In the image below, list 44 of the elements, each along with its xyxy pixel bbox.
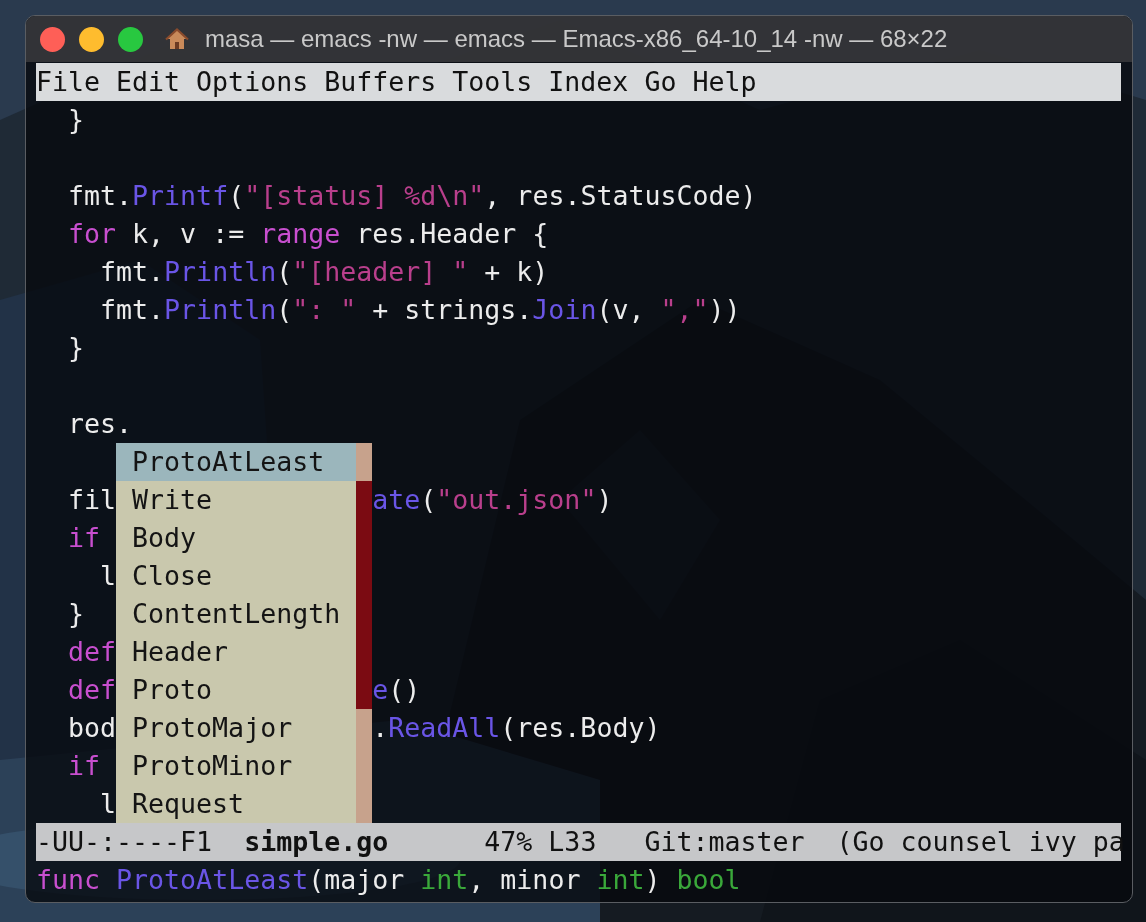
completion-item[interactable]: ProtoMajor <box>116 709 357 747</box>
completion-item[interactable]: Proto <box>116 671 357 709</box>
completion-item[interactable]: Header <box>116 633 357 671</box>
code-text: e() <box>372 673 421 707</box>
code-text: ate("out.json") <box>372 483 613 517</box>
code-text: fmt.Printf("[status] %d\n", res.StatusCode) <box>67 180 757 211</box>
menu-item[interactable]: Index <box>548 63 629 101</box>
menu-item[interactable]: Tools <box>452 63 533 101</box>
completion-item[interactable]: ContentLength <box>116 595 357 633</box>
zoom-button[interactable] <box>118 26 143 52</box>
completion-item[interactable]: ProtoAtLeast <box>116 443 357 481</box>
completion-item[interactable]: Close <box>116 557 357 595</box>
close-button[interactable] <box>40 26 65 52</box>
completion-item[interactable]: ProtoMinor <box>116 747 357 785</box>
code-text: fil <box>67 484 117 515</box>
menu-item[interactable]: Go <box>644 63 677 101</box>
code-text: for k, v := range res.Header { <box>67 218 549 249</box>
menu-item[interactable]: Options <box>196 63 309 101</box>
code-text: fmt.Println(": " + strings.Join(v, ",")) <box>99 294 741 325</box>
menu-item[interactable]: File <box>36 63 101 101</box>
minimize-button[interactable] <box>79 26 104 52</box>
code-text: } <box>67 104 85 135</box>
code-text: res. <box>67 408 133 439</box>
code-text: if <box>67 750 101 781</box>
code-text: } <box>67 332 85 363</box>
menu-item[interactable]: Edit <box>116 63 181 101</box>
window-title: masa — emacs -nw — emacs — Emacs-x86_64-10_14 -nw — 68×22 <box>205 25 948 53</box>
code-text: def <box>67 636 117 667</box>
echo-area: func ProtoAtLeast(major int, minor int) bool <box>36 861 1121 899</box>
code-text: l <box>99 560 117 591</box>
code-text: bod <box>67 712 117 743</box>
menu-item[interactable]: Buffers <box>324 63 437 101</box>
completion-item[interactable]: Write <box>116 481 357 519</box>
code-text: } <box>67 598 85 629</box>
house-icon <box>165 27 189 51</box>
code-text: fmt.Println("[header] " + k) <box>99 256 549 287</box>
completion-item[interactable]: Body <box>116 519 357 557</box>
menu-item[interactable]: Help <box>692 63 757 101</box>
code-text: if <box>67 522 101 553</box>
code-text: def <box>67 674 117 705</box>
code-text: l <box>99 788 117 819</box>
scrollbar[interactable] <box>356 443 373 823</box>
code-text: .ReadAll(res.Body) <box>372 711 661 745</box>
completion-item[interactable]: Request <box>116 785 357 823</box>
